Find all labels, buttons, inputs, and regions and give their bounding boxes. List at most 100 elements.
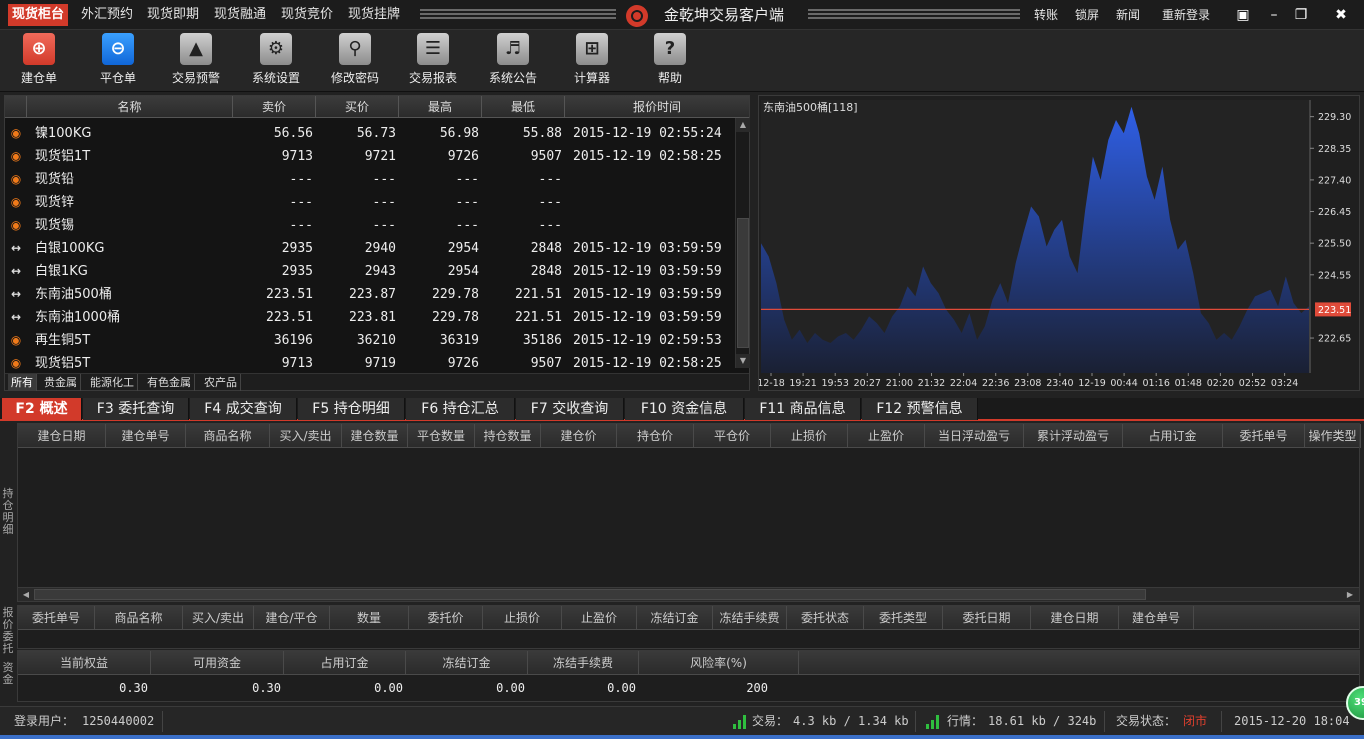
scroll-up-icon[interactable]: ▲ xyxy=(736,118,750,132)
help-button[interactable]: ? 帮助 xyxy=(632,32,708,88)
orders-header-cell[interactable]: 委托单号 xyxy=(18,606,95,630)
system-settings-button[interactable]: ⚙ 系统设置 xyxy=(238,32,314,88)
scroll-right-icon[interactable]: ▶ xyxy=(1344,588,1356,601)
orders-header-cell[interactable]: 建仓单号 xyxy=(1119,606,1194,630)
positions-header-cell[interactable]: 建仓日期 xyxy=(18,424,106,448)
quote-row[interactable]: ◉ 镍100KG 56.56 56.73 56.98 55.88 2015-12-19 02… xyxy=(5,122,735,145)
quotes-scrollbar[interactable]: ▲ ▼ xyxy=(735,118,750,368)
quote-row[interactable]: ◉ 再生铜5T 36196 36210 36319 35186 2015-12-19 02:… xyxy=(5,329,735,352)
restore-icon[interactable]: ❐ xyxy=(1292,6,1310,24)
quote-row[interactable]: ↔ 东南油500桶 223.51 223.87 229.78 221.51 2015-12-… xyxy=(5,283,735,306)
positions-header-cell[interactable]: 占用订金 xyxy=(1123,424,1223,448)
category-tab-all[interactable]: 所有 xyxy=(8,374,37,391)
header-buy[interactable]: 买价 xyxy=(316,96,399,118)
close-icon[interactable]: ✖ xyxy=(1332,6,1350,24)
positions-header-cell[interactable]: 平仓数量 xyxy=(408,424,475,448)
menu-spot-financing[interactable]: 现货融通 xyxy=(210,4,270,26)
change-password-button[interactable]: ⚲ 修改密码 xyxy=(317,32,393,88)
category-tab-nonferrous[interactable]: 有色金属 xyxy=(144,374,195,391)
system-notice-button[interactable]: ♬ 系统公告 xyxy=(475,32,551,88)
relogin-link[interactable]: 重新登录 xyxy=(1162,4,1210,26)
category-tab-precious-metals[interactable]: 贵金属 xyxy=(41,374,81,391)
positions-header-cell[interactable]: 操作类型 xyxy=(1305,424,1361,448)
menu-spot-listing[interactable]: 现货挂牌 xyxy=(344,4,404,26)
transfer-link[interactable]: 转账 xyxy=(1034,4,1058,26)
positions-header-cell[interactable]: 建仓数量 xyxy=(342,424,408,448)
funds-header-cell[interactable]: 当前权益 xyxy=(18,651,151,675)
positions-header-cell[interactable]: 当日浮动盈亏 xyxy=(925,424,1024,448)
tab-delivery-query[interactable]: F7 交收查询 xyxy=(516,398,624,420)
positions-header-cell[interactable]: 止损价 xyxy=(771,424,848,448)
orders-header-cell[interactable]: 数量 xyxy=(330,606,409,630)
tab-position-detail[interactable]: F5 持仓明细 xyxy=(298,398,405,420)
orders-header-cell[interactable]: 委托日期 xyxy=(943,606,1031,630)
news-link[interactable]: 新闻 xyxy=(1116,4,1140,26)
close-position-button[interactable]: ⊖ 平仓单 xyxy=(80,32,156,88)
orders-header-cell[interactable]: 冻结手续费 xyxy=(713,606,787,630)
quote-row[interactable]: ◉ 现货锌 --- --- --- --- xyxy=(5,191,735,214)
orders-header-cell[interactable]: 冻结订金 xyxy=(637,606,713,630)
drag-grip-left[interactable] xyxy=(420,9,616,21)
tab-order-query[interactable]: F3 委托查询 xyxy=(83,398,189,420)
drag-grip-right[interactable] xyxy=(808,9,1020,21)
scroll-left-icon[interactable]: ◀ xyxy=(20,588,32,601)
header-high[interactable]: 最高 xyxy=(399,96,482,118)
quote-row[interactable]: ↔ 东南油1000桶 223.51 223.81 229.78 221.51 2015-12… xyxy=(5,306,735,329)
open-position-button[interactable]: ⊕ 建仓单 xyxy=(1,32,77,88)
orders-header-cell[interactable]: 委托价 xyxy=(409,606,483,630)
tab-product-info[interactable]: F11 商品信息 xyxy=(745,398,861,420)
positions-header-cell[interactable]: 建仓价 xyxy=(541,424,617,448)
scroll-thumb-horizontal[interactable] xyxy=(34,589,1146,600)
orders-header-cell[interactable]: 委托状态 xyxy=(787,606,864,630)
positions-header-cell[interactable]: 持仓价 xyxy=(617,424,694,448)
tab-position-summary[interactable]: F6 持仓汇总 xyxy=(406,398,515,420)
header-name[interactable]: 名称 xyxy=(27,96,233,118)
tab-overview[interactable]: F2 概述 xyxy=(2,398,82,420)
calculator-button[interactable]: ⊞ 计算器 xyxy=(554,32,630,88)
positions-header-cell[interactable]: 商品名称 xyxy=(186,424,270,448)
funds-header-cell[interactable]: 冻结订金 xyxy=(406,651,528,675)
positions-header-cell[interactable]: 平仓价 xyxy=(694,424,771,448)
positions-hscrollbar[interactable]: ◀ ▶ xyxy=(18,587,1359,601)
positions-header-cell[interactable]: 持仓数量 xyxy=(475,424,541,448)
funds-header-cell[interactable]: 占用订金 xyxy=(284,651,406,675)
tab-fund-info[interactable]: F10 资金信息 xyxy=(625,398,744,420)
funds-header-cell[interactable]: 风险率(%) xyxy=(639,651,799,675)
minimize-icon[interactable]: – xyxy=(1265,6,1283,24)
quote-row[interactable]: ◉ 现货铅 --- --- --- --- xyxy=(5,168,735,191)
funds-header-cell[interactable]: 冻结手续费 xyxy=(528,651,639,675)
category-tab-energy-chemical[interactable]: 能源化工 xyxy=(87,374,138,391)
menu-spot-counter[interactable]: 现货柜台 xyxy=(8,4,69,26)
price-chart[interactable]: 229.30 228.35 227.40 226.45 225.50 224.55 223.… xyxy=(758,95,1360,391)
scroll-thumb[interactable] xyxy=(737,218,749,348)
orders-header-cell[interactable]: 买入/卖出 xyxy=(183,606,254,630)
lock-screen-link[interactable]: 锁屏 xyxy=(1075,4,1099,26)
positions-header-cell[interactable]: 累计浮动盈亏 xyxy=(1024,424,1123,448)
positions-header-cell[interactable]: 建仓单号 xyxy=(106,424,186,448)
funds-header-cell[interactable]: 可用资金 xyxy=(151,651,284,675)
menu-spot-immediate[interactable]: 现货即期 xyxy=(143,4,203,26)
positions-header-cell[interactable]: 买入/卖出 xyxy=(270,424,342,448)
orders-header-cell[interactable]: 商品名称 xyxy=(95,606,183,630)
quote-row[interactable]: ◉ 现货锡 --- --- --- --- xyxy=(5,214,735,237)
header-sell[interactable]: 卖价 xyxy=(233,96,316,118)
orders-header-cell[interactable]: 建仓日期 xyxy=(1031,606,1119,630)
category-tab-agricultural[interactable]: 农产品 xyxy=(201,374,241,391)
trade-report-button[interactable]: ☰ 交易报表 xyxy=(395,32,471,88)
header-low[interactable]: 最低 xyxy=(482,96,565,118)
skin-icon[interactable]: ▣ xyxy=(1234,6,1252,24)
orders-header-cell[interactable]: 止损价 xyxy=(483,606,562,630)
menu-spot-auction[interactable]: 现货竞价 xyxy=(277,4,337,26)
quote-row[interactable]: ◉ 现货铝5T 9713 9719 9726 9507 2015-12-19 02:58:2… xyxy=(5,352,735,375)
orders-header-cell[interactable]: 止盈价 xyxy=(562,606,637,630)
menu-forex-appointment[interactable]: 外汇预约 xyxy=(77,4,137,26)
orders-header-cell[interactable]: 委托类型 xyxy=(864,606,943,630)
quote-row[interactable]: ↔ 白银1KG 2935 2943 2954 2848 2015-12-19 03:59:5… xyxy=(5,260,735,283)
tab-alert-info[interactable]: F12 预警信息 xyxy=(862,398,978,420)
positions-header-cell[interactable]: 止盈价 xyxy=(848,424,925,448)
scroll-down-icon[interactable]: ▼ xyxy=(736,354,750,368)
quote-row[interactable]: ◉ 现货铝1T 9713 9721 9726 9507 2015-12-19 02:58:2… xyxy=(5,145,735,168)
tab-trade-query[interactable]: F4 成交查询 xyxy=(190,398,297,420)
header-quote-time[interactable]: 报价时间 xyxy=(565,96,749,118)
orders-header-cell[interactable]: 建仓/平仓 xyxy=(254,606,330,630)
